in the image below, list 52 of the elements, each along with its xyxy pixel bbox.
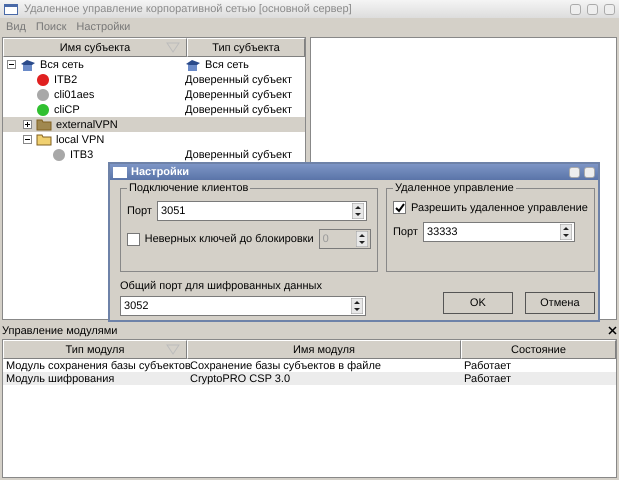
allow-checkbox[interactable] [393,201,406,214]
network-icon [20,58,36,72]
column-header[interactable]: Тип субъекта [187,38,305,57]
node-type: Доверенный субъект [185,104,292,116]
node-type: Доверенный субъект [185,148,292,160]
port-label: Порт [127,205,152,217]
port-field[interactable]: 3051 [156,201,367,221]
node-name[interactable]: cli01aes [54,88,94,100]
table-cell-text: Работает [463,360,512,372]
window-title: Удаленное управление корпоративной сетью [основной сервер] [24,3,353,15]
app-icon [113,166,127,178]
node-name[interactable]: ITB3 [70,148,94,160]
shared-port-field[interactable]: 3052 [120,296,366,316]
cancel-button[interactable]: Отмена [524,292,595,314]
column-header[interactable]: Имя субъекта [3,38,187,57]
node-name[interactable]: ITB2 [54,74,78,86]
port-field[interactable]: 33333 [422,222,575,242]
node-type: Доверенный субъект [185,88,292,100]
table-cell-text: CryptoPRO CSP 3.0 [189,372,292,384]
allow-label: Разрешить удаленное управление [411,202,588,214]
node-name[interactable]: local VPN [56,134,104,146]
node-type: Вся сеть [205,58,249,70]
shared-port-label: Общий порт для шифрованных данных [120,280,323,292]
group-title: Подключение клиентов [127,182,250,194]
collapse-icon[interactable] [7,60,16,69]
column-header[interactable]: Тип модуля [3,340,187,359]
spin-arrows-icon[interactable] [560,224,572,240]
node-name[interactable]: Вся сеть [40,58,84,70]
lock-label: Неверных ключей до блокировки [144,233,314,245]
spin-arrows-icon[interactable] [352,203,364,219]
dialog-title: Настройки [131,166,190,178]
folder-icon [36,118,52,131]
expand-icon[interactable] [23,120,32,129]
collapse-icon[interactable] [23,135,32,144]
lock-checkbox[interactable] [127,232,140,246]
column-header[interactable]: Имя модуля [187,340,461,359]
app-icon [4,4,18,14]
dock-title: Управление модулями [2,324,118,336]
node-name[interactable]: cliCP [54,104,80,116]
ok-button[interactable]: OK [442,292,513,314]
port-label: Порт [393,226,418,238]
column-header[interactable]: Состояние [461,340,616,359]
node-name[interactable]: externalVPN [56,118,118,130]
group-title: Удаленное управление [393,182,516,194]
close-button[interactable] [584,166,595,178]
table-cell-text: Работает [463,372,512,384]
spin-arrows-icon[interactable] [351,298,363,314]
table-cell-text: Модуль шифрования [5,372,116,384]
help-button[interactable] [569,166,580,178]
spin-arrows-icon[interactable] [356,231,368,247]
node-type: Доверенный субъект [185,74,292,86]
close-icon[interactable] [608,326,617,335]
